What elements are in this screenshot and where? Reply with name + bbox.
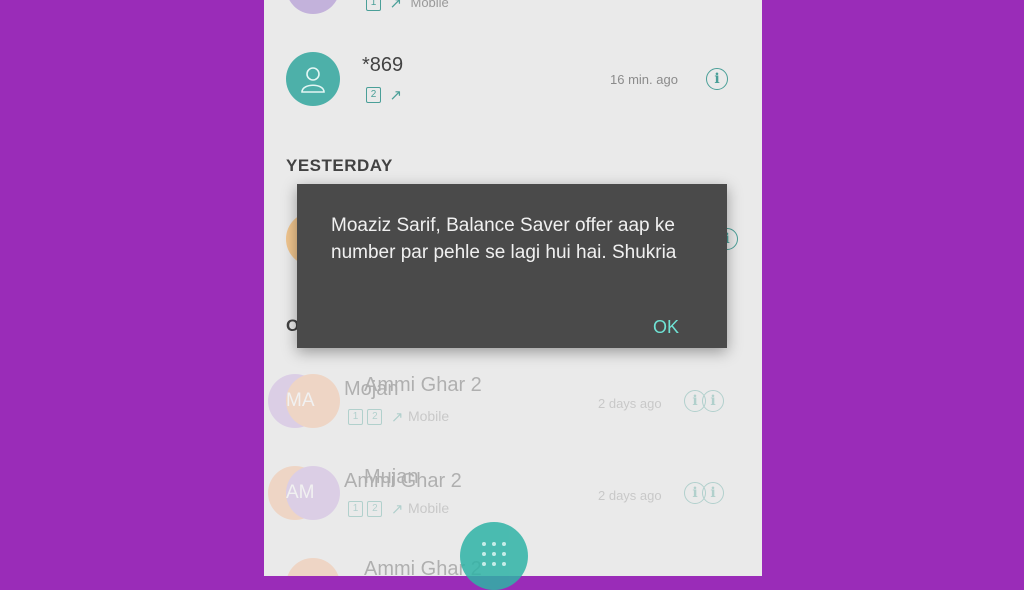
dialpad-button[interactable] [460,522,528,590]
dialpad-icon [482,542,508,568]
ussd-dialog: Moaziz Sarif, Balance Saver offer aap ke… [297,184,727,348]
dialog-message: Moaziz Sarif, Balance Saver offer aap ke… [331,215,677,263]
ok-button[interactable]: OK [651,313,681,342]
